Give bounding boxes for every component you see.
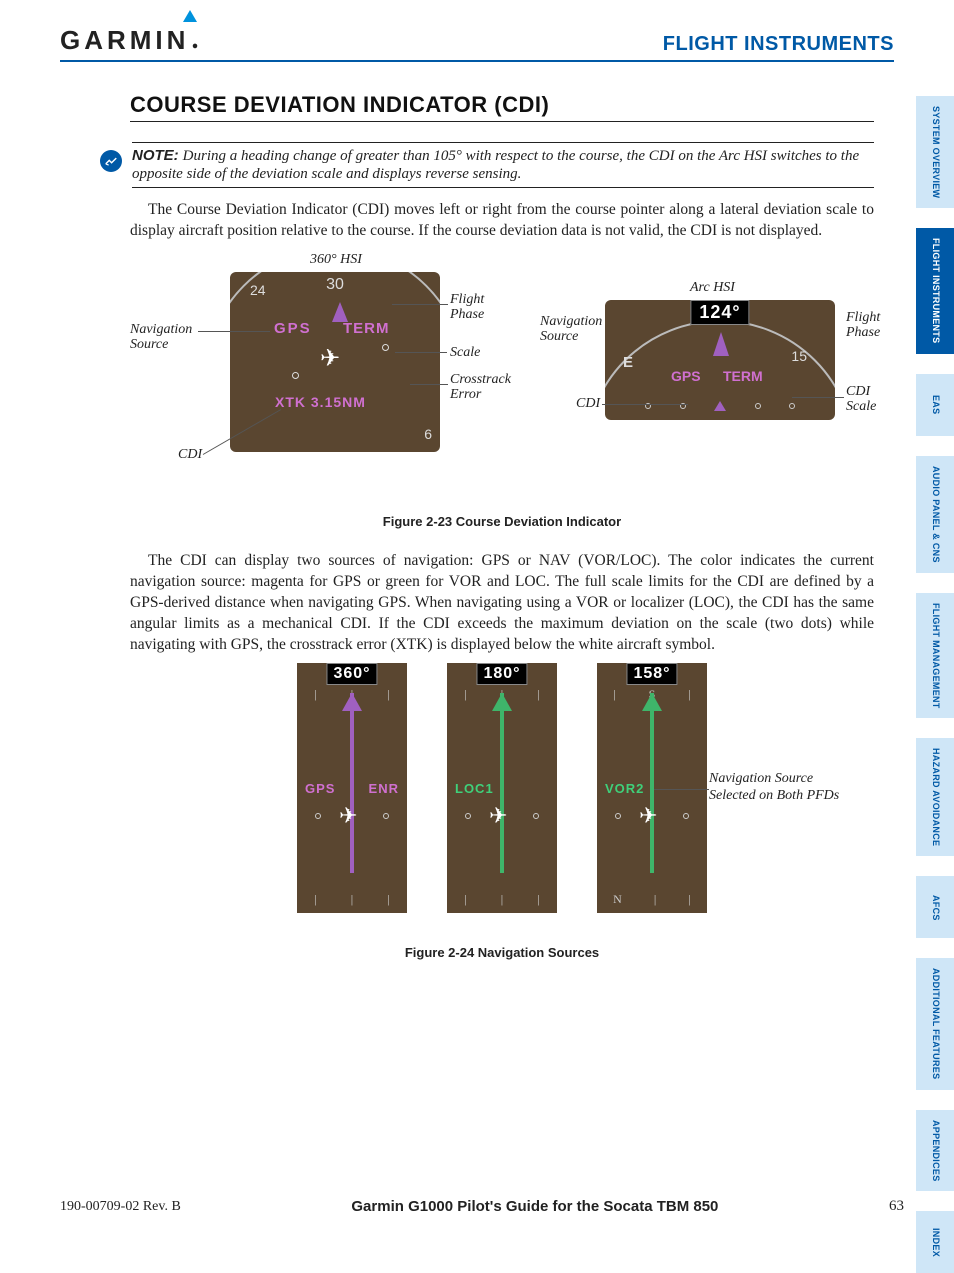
callout-xtk: Crosstrack Error xyxy=(450,372,511,403)
tab-system-overview[interactable]: SYSTEM OVERVIEW xyxy=(916,96,954,208)
callout-cdi-scale: CDI Scale xyxy=(846,384,876,415)
footer-title: Garmin G1000 Pilot's Guide for the Socat… xyxy=(351,1198,718,1215)
aircraft-icon: ✈ xyxy=(489,803,507,829)
paragraph-1: The Course Deviation Indicator (CDI) mov… xyxy=(130,200,874,242)
paragraph-2: The CDI can display two sources of navig… xyxy=(130,551,874,656)
hsi360-xtk-label: XTK 3.15NM xyxy=(275,394,366,410)
tab-index[interactable]: INDEX xyxy=(916,1211,954,1273)
callout-flight-phase-1: Flight Phase xyxy=(450,292,484,323)
tab-afcs[interactable]: AFCS xyxy=(916,876,954,938)
fig23-right-title: Arc HSI xyxy=(690,280,735,296)
figure-2-23: 360° HSI Arc HSI 30 24 6 GPS TERM ✈ XTK … xyxy=(130,252,874,502)
note-icon xyxy=(100,150,122,172)
doc-id: 190-00709-02 Rev. B xyxy=(60,1199,181,1215)
page-header: GARMIN. FLIGHT INSTRUMENTS xyxy=(60,24,894,62)
hsi360-term-label: TERM xyxy=(343,320,390,337)
note-text: During a heading change of greater than … xyxy=(132,148,859,182)
callout-cdi-2: CDI xyxy=(576,396,600,411)
arc-gps-label: GPS xyxy=(671,368,701,384)
aircraft-icon: ✈ xyxy=(320,344,340,373)
tab-audio-cns[interactable]: AUDIO PANEL & CNS xyxy=(916,456,954,573)
callout-flight-phase-2: Flight Phase xyxy=(846,310,880,341)
fig24-caption: Figure 2-24 Navigation Sources xyxy=(130,945,874,960)
note-block: NOTE: During a heading change of greater… xyxy=(130,142,874,188)
tab-hazard[interactable]: HAZARD AVOIDANCE xyxy=(916,738,954,856)
arc-term-label: TERM xyxy=(723,368,763,384)
logo-triangle-icon xyxy=(183,10,197,22)
hsi-strip-loc: 180° ||| LOC1 ✈ ||| xyxy=(447,663,557,913)
hsi360-gps-label: GPS xyxy=(274,320,312,337)
tab-appendices[interactable]: APPENDICES xyxy=(916,1110,954,1192)
side-tabs: SYSTEM OVERVIEW FLIGHT INSTRUMENTS EAS A… xyxy=(916,96,954,1273)
aircraft-icon: ✈ xyxy=(339,803,357,829)
tab-flight-mgmt[interactable]: FLIGHT MANAGEMENT xyxy=(916,593,954,719)
hsi-strip-vor: 158° |S| VOR2 ✈ N|| xyxy=(597,663,707,913)
callout-cdi-1: CDI xyxy=(178,447,202,462)
brand-name: GARMIN xyxy=(60,25,189,56)
hsi-360-display: 30 24 6 GPS TERM ✈ XTK 3.15NM xyxy=(230,272,440,452)
page-number: 63 xyxy=(889,1198,904,1215)
page-footer: 190-00709-02 Rev. B Garmin G1000 Pilot's… xyxy=(60,1198,904,1215)
tab-eas[interactable]: EAS xyxy=(916,374,954,436)
hsi-arc-display: 124° E 15 GPS TERM xyxy=(605,300,835,420)
figure-2-24: 360° ||| GPS ENR ✈ ||| 180° ||| LOC1 ✈ |… xyxy=(130,663,874,933)
brand-logo: GARMIN. xyxy=(60,24,198,56)
section-title: FLIGHT INSTRUMENTS xyxy=(663,33,894,56)
aircraft-icon: ✈ xyxy=(639,803,657,829)
callout-nav-source-2: Navigation Source xyxy=(540,314,602,345)
callout-nav-source-1: Navigation Source xyxy=(130,322,192,353)
fig23-left-title: 360° HSI xyxy=(310,252,362,268)
fig24-callout: Navigation Source Selected on Both PFDs xyxy=(709,771,844,803)
tab-additional[interactable]: ADDITIONAL FEATURES xyxy=(916,958,954,1089)
fig23-caption: Figure 2-23 Course Deviation Indicator xyxy=(130,514,874,529)
callout-scale: Scale xyxy=(450,345,480,360)
hsi-strip-gps: 360° ||| GPS ENR ✈ ||| xyxy=(297,663,407,913)
arc-heading: 124° xyxy=(690,300,749,325)
note-label: NOTE: xyxy=(132,147,179,164)
tab-flight-instruments[interactable]: FLIGHT INSTRUMENTS xyxy=(916,228,954,353)
page-heading: COURSE DEVIATION INDICATOR (CDI) xyxy=(130,92,874,122)
